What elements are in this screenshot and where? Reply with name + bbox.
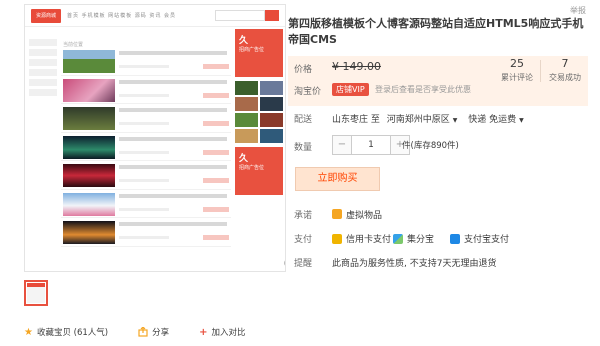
price-label: 价格	[294, 65, 313, 75]
delivery-label: 配送	[294, 115, 313, 125]
preview-logo: 资源商城	[31, 9, 61, 23]
credit-card-icon	[332, 233, 342, 244]
payment-method: 集分宝	[393, 232, 434, 245]
delivery-destination-select[interactable]: 河南郑州中原区 ▼	[387, 115, 458, 125]
quantity-label: 数量	[294, 143, 313, 153]
virtual-goods-icon	[332, 209, 342, 219]
product-title: 第四版移植模板个人博客源码整站自适应HTML5响应式手机帝国CMS	[288, 17, 584, 46]
reviews-stat[interactable]: 25 累计评论	[494, 56, 540, 83]
star-icon: ★	[24, 326, 33, 338]
quantity-stepper: − 1 +	[332, 135, 410, 155]
alipay-icon	[450, 233, 460, 244]
tip-row: 提醒 此商品为服务性质, 不支持7天无理由退货	[288, 256, 588, 269]
preview-nav: 首页 手机模板 网站模板 源码 资讯 会员	[67, 13, 176, 19]
payment-method-label: 集分宝	[407, 235, 435, 245]
report-link[interactable]: 举报	[570, 5, 586, 16]
payment-method: 信用卡支付	[332, 232, 391, 245]
caret-down-icon: ▼	[519, 117, 524, 124]
stat-divider	[540, 60, 541, 82]
compare-button[interactable]: + 加入对比	[199, 326, 246, 339]
payment-method-label: 支付宝支付	[464, 235, 510, 245]
plus-icon: +	[199, 326, 208, 338]
zoom-icon[interactable]	[283, 257, 286, 271]
preview-article-row	[61, 218, 231, 247]
reviews-label: 累计评论	[501, 73, 533, 82]
payment-method: 支付宝支付	[450, 232, 509, 245]
compare-label: 加入对比	[211, 328, 246, 338]
preview-article-row	[61, 161, 231, 190]
delivery-row: 配送 山东枣庄 至 河南郑州中原区 ▼ 快递 免运费 ▼	[288, 112, 588, 126]
preview-article-list	[61, 47, 231, 247]
product-thumbnail[interactable]	[24, 280, 48, 306]
promise-label: 承诺	[294, 211, 313, 221]
share-label: 分享	[152, 328, 170, 338]
preview-article-row	[61, 47, 231, 76]
stock-text: 件(库存890件)	[402, 141, 459, 151]
price-value: ¥ 149.00	[332, 60, 381, 73]
preview-article-row	[61, 133, 231, 161]
share-icon	[138, 327, 148, 337]
preview-header: 资源商城 首页 手机模板 网站模板 源码 资讯 会员	[25, 5, 285, 27]
preview-search-box	[215, 10, 265, 21]
product-main-image[interactable]: 资源商城 首页 手机模板 网站模板 源码 资讯 会员 当前位置 久招商广告位 久…	[24, 4, 286, 272]
tip-label: 提醒	[294, 259, 313, 269]
payment-label: 支付	[294, 235, 313, 245]
favorite-label: 收藏宝贝 (61人气)	[36, 328, 109, 338]
preview-article-row	[61, 190, 231, 218]
preview-article-row	[61, 76, 231, 104]
promise-value: 虚拟物品	[346, 211, 383, 221]
payment-row: 支付 信用卡支付 集分宝 支付宝支付	[288, 232, 588, 245]
reviews-count: 25	[510, 57, 524, 70]
delivery-method-select[interactable]: 快递 免运费 ▼	[468, 115, 524, 125]
favorite-button[interactable]: ★ 收藏宝贝 (61人气)	[24, 326, 109, 339]
preview-ad-banner: 久招商广告位	[235, 29, 283, 77]
quantity-minus-button[interactable]: −	[333, 136, 351, 154]
sales-label: 交易成功	[549, 73, 581, 82]
vip-badge[interactable]: 店铺VIP	[332, 83, 369, 96]
preview-article-row	[61, 104, 231, 133]
share-button[interactable]: 分享	[138, 326, 169, 338]
product-actions: ★ 收藏宝贝 (61人气) 分享 + 加入对比	[24, 326, 246, 339]
caret-down-icon: ▼	[452, 117, 458, 124]
delivery-destination-value: 河南郑州中原区	[386, 115, 450, 125]
delivery-from: 山东枣庄 至	[332, 115, 380, 125]
payment-method-label: 信用卡支付	[346, 235, 392, 245]
quantity-input[interactable]: 1	[351, 136, 391, 154]
preview-search-button	[265, 10, 279, 21]
tip-value: 此商品为服务性质, 不支持7天无理由退货	[332, 259, 497, 269]
jifenbao-icon	[393, 233, 403, 244]
preview-right-column: 久招商广告位 久招商广告位	[235, 29, 283, 199]
promise-row: 承诺 虚拟物品	[288, 208, 588, 221]
preview-ad-banner: 久招商广告位	[235, 147, 283, 195]
sales-count: 7	[561, 57, 569, 70]
taobao-price-label: 淘宝价	[294, 87, 322, 97]
vip-note: 登录后查看是否享受此优惠	[375, 85, 471, 94]
sales-stat: 7 交易成功	[542, 56, 588, 83]
preview-sidebar	[29, 39, 57, 99]
price-panel: 价格 ¥ 149.00 25 累计评论 7 交易成功 淘宝价 店铺VIP 登录后…	[288, 56, 588, 106]
delivery-method-value: 快递 免运费	[468, 115, 517, 125]
buy-now-button[interactable]: 立即购买	[295, 167, 380, 191]
